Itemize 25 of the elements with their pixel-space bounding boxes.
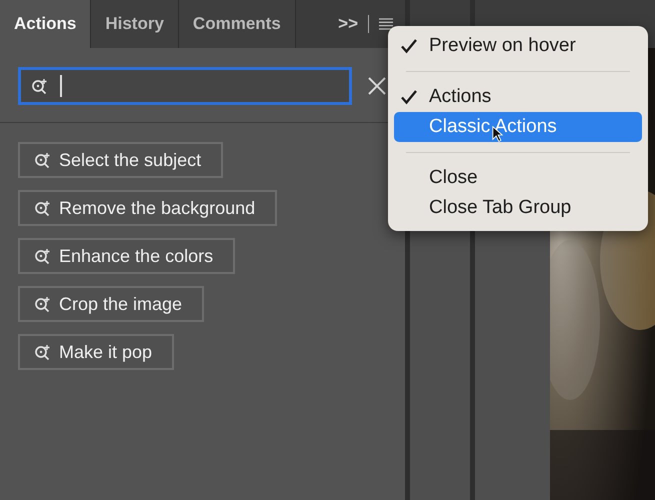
panel-tab[interactable]: Comments (178, 0, 296, 48)
action-button[interactable]: Remove the background (18, 190, 278, 226)
ai-search-icon (34, 344, 51, 360)
panel-tab[interactable]: History (91, 0, 179, 48)
ai-search-icon (34, 248, 51, 264)
close-icon[interactable] (368, 77, 386, 95)
menu-item[interactable]: Close (394, 163, 642, 193)
menu-item[interactable]: Classic Actions (394, 112, 642, 142)
ai-search-icon (34, 152, 51, 168)
action-button[interactable]: Select the subject (18, 142, 224, 178)
overflow-button[interactable]: >> (338, 14, 358, 34)
menu-item[interactable]: Preview on hover (394, 31, 642, 61)
panel-tab[interactable]: Actions (0, 0, 92, 48)
ai-search-icon (31, 78, 48, 94)
checkmark-icon (400, 37, 418, 55)
checkmark-icon (400, 88, 418, 106)
action-button[interactable]: Enhance the colors (18, 238, 236, 274)
ai-search-icon (34, 296, 51, 312)
menu-item[interactable]: Close Tab Group (394, 193, 642, 223)
action-button[interactable]: Make it pop (18, 334, 174, 370)
menu-item[interactable]: Actions (394, 82, 642, 112)
search-field[interactable] (18, 67, 352, 105)
menu-icon[interactable] (379, 18, 393, 30)
action-button[interactable]: Crop the image (18, 286, 204, 322)
ai-search-icon (34, 200, 51, 216)
